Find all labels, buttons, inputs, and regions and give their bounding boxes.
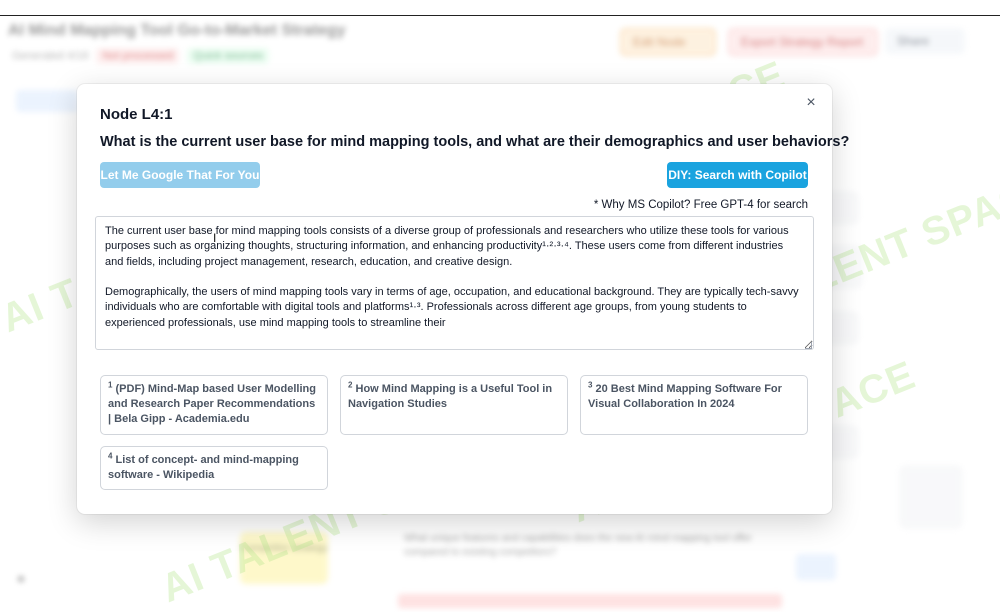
source-title: 20 Best Mind Mapping Software For Visual… (588, 383, 782, 410)
answer-textarea[interactable]: The current user base for mind mapping t… (95, 216, 814, 350)
node-dialog: × Node L4:1 What is the current user bas… (77, 84, 850, 514)
background-meta: Generated 4/18 Not processed Quick sourc… (12, 48, 270, 64)
background-sources-badge: Quick sources (187, 48, 270, 64)
copilot-search-button[interactable]: DIY: Search with Copilot (667, 162, 808, 188)
google-search-button[interactable]: Let Me Google That For You (100, 162, 260, 188)
source-number: 3 (588, 380, 593, 390)
node-title: Node L4:1 (100, 106, 173, 123)
source-title: List of concept- and mind-mapping softwa… (108, 454, 299, 481)
background-chip (16, 90, 78, 112)
text-cursor-icon: I (213, 231, 217, 245)
background-bar (398, 594, 782, 608)
close-icon[interactable]: × (802, 94, 820, 112)
source-card[interactable]: 2 How Mind Mapping is a Useful Tool in N… (340, 375, 568, 435)
background-node: Competitor strategy (240, 532, 328, 584)
background-page-title: AI Mind Mapping Tool Go-to-Market Strate… (8, 22, 346, 39)
background-share-button: Share (885, 28, 965, 54)
source-number: 4 (108, 451, 113, 461)
source-card[interactable]: 3 20 Best Mind Mapping Software For Visu… (580, 375, 808, 435)
node-question: What is the current user base for mind m… (100, 134, 850, 150)
source-title: How Mind Mapping is a Useful Tool in Nav… (348, 383, 553, 410)
source-number: 2 (348, 380, 353, 390)
source-number: 1 (108, 380, 113, 390)
background-status-badge: Not processed (96, 48, 180, 64)
source-title: (PDF) Mind-Map based User Modelling and … (108, 383, 316, 425)
source-card[interactable]: 1 (PDF) Mind-Map based User Modelling an… (100, 375, 328, 435)
background-dot (18, 576, 24, 582)
background-question: What unique features and capabilities do… (404, 533, 752, 558)
background-card (900, 466, 962, 528)
background-export-button: Export Strategy Report (728, 28, 878, 56)
resize-handle-icon[interactable] (805, 342, 812, 349)
background-small-button (796, 554, 836, 580)
source-card[interactable]: 4 List of concept- and mind-mapping soft… (100, 446, 328, 490)
copilot-note: * Why MS Copilot? Free GPT-4 for search (593, 199, 808, 211)
background-meta-text: Generated 4/18 (12, 50, 89, 62)
background-edit-button: Edit Node (620, 28, 716, 56)
